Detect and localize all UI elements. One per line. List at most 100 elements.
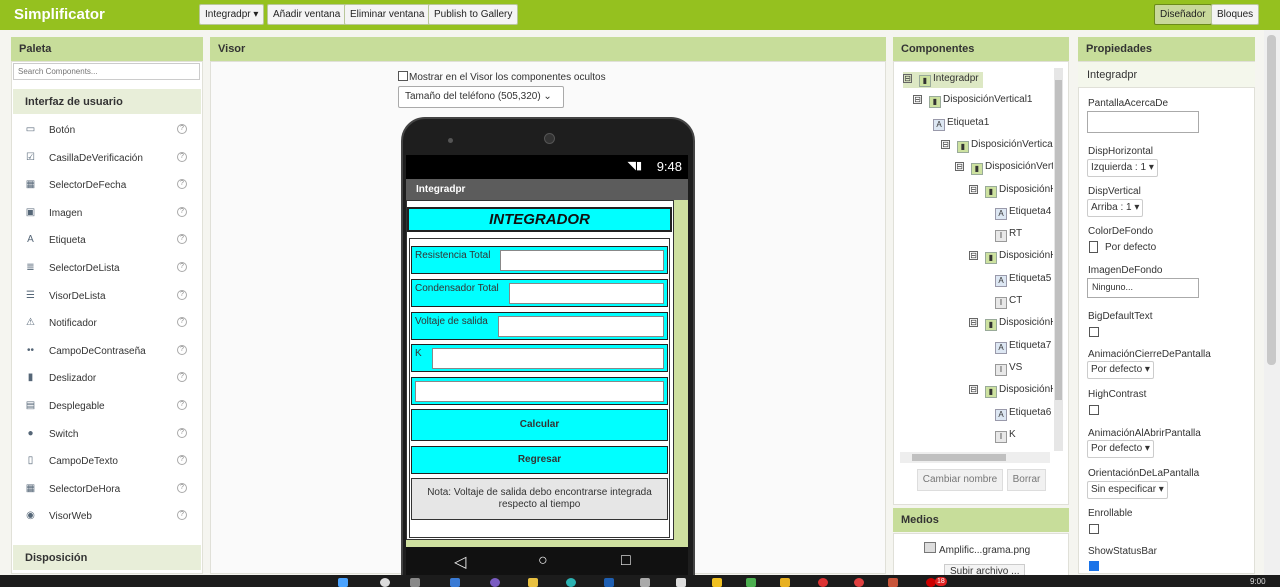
help-icon[interactable]: ? [177, 317, 187, 328]
background-color-value[interactable]: Por defecto [1105, 242, 1156, 253]
task-view-icon[interactable] [410, 578, 420, 587]
palette-item-time-picker[interactable]: ▦ SelectorDeHora? [13, 476, 201, 503]
collapse-toggle-icon[interactable]: ⊟ [941, 139, 950, 149]
collapse-toggle-icon[interactable]: ⊟ [969, 385, 978, 395]
palette-category-layout[interactable]: Disposición [13, 545, 201, 570]
tree-item[interactable]: A Etiqueta6 [995, 407, 1051, 421]
scrollable-checkbox[interactable] [1089, 524, 1099, 534]
screen-select-button[interactable]: Integradpr ▾ [199, 4, 265, 25]
show-hidden-checkbox[interactable] [398, 71, 408, 81]
app2-icon[interactable] [676, 578, 686, 587]
start-icon[interactable] [338, 578, 348, 587]
calculate-button[interactable]: Calcular [411, 409, 668, 441]
background-image-picker[interactable]: Ninguno... [1087, 278, 1199, 298]
help-icon[interactable]: ? [177, 206, 187, 217]
about-screen-textarea[interactable] [1087, 111, 1199, 133]
phone-size-select[interactable]: Tamaño del teléfono (505,320) ⌄ [398, 86, 564, 108]
palette-item-label[interactable]: A Etiqueta? [13, 227, 201, 254]
designer-button[interactable]: Diseñador [1154, 4, 1212, 25]
publish-gallery-button[interactable]: Publish to Gallery [428, 4, 519, 25]
collapse-toggle-icon[interactable]: ⊟ [903, 74, 912, 83]
tree-item[interactable]: ⊟ ▮ DisposiciónH [969, 250, 1053, 265]
settings-icon[interactable] [640, 578, 650, 587]
back-button[interactable]: Regresar [411, 446, 668, 474]
system-clock[interactable]: 9:00 [1250, 577, 1266, 586]
delete-button[interactable]: Borrar [1007, 469, 1046, 491]
capacitance-row[interactable]: Condensador Total [411, 279, 668, 307]
result-input[interactable] [415, 381, 664, 402]
tree-item[interactable]: I CT [995, 295, 1022, 309]
palette-item-text-box[interactable]: ▯ CampoDeTexto? [13, 448, 201, 475]
tree-horizontal-scroll-thumb[interactable] [912, 454, 1006, 461]
k-input[interactable] [432, 348, 664, 369]
tree-vertical-scroll-thumb[interactable] [1055, 80, 1062, 400]
orientation-select[interactable]: Sin especificar ▾ [1087, 481, 1168, 499]
tree-item[interactable]: A Etiqueta4 [995, 206, 1051, 220]
remove-screen-button[interactable]: Eliminar ventana [344, 4, 431, 25]
palette-item-spinner[interactable]: ▤ Desplegable? [13, 393, 201, 420]
align-horizontal-select[interactable]: Izquierda : 1 ▾ [1087, 159, 1158, 177]
k-label[interactable]: K [415, 348, 422, 359]
help-icon[interactable]: ? [177, 289, 187, 300]
search-icon[interactable] [380, 578, 390, 587]
tree-item[interactable]: A Etiqueta1 [933, 117, 989, 131]
tree-item[interactable]: I RT [995, 228, 1022, 243]
help-icon[interactable]: ? [177, 427, 187, 438]
palette-item-image[interactable]: ▣ Imagen? [13, 200, 201, 227]
palette-item-button[interactable]: ▭ Botón? [13, 117, 201, 144]
collapse-toggle-icon[interactable]: ⊟ [969, 318, 978, 328]
help-icon[interactable]: ? [177, 124, 187, 134]
mail-icon[interactable] [450, 578, 460, 587]
align-vertical-select[interactable]: Arriba : 1 ▾ [1087, 199, 1144, 217]
explorer-icon[interactable] [528, 578, 538, 587]
tree-item[interactable]: A Etiqueta5 [995, 273, 1051, 287]
help-icon[interactable]: ? [177, 151, 187, 162]
page-scroll-thumb[interactable] [1267, 35, 1276, 365]
app-title[interactable]: Simplificator [14, 6, 105, 23]
collapse-toggle-icon[interactable]: ⊟ [969, 251, 978, 261]
store-icon[interactable] [604, 578, 614, 587]
help-icon[interactable]: ? [177, 482, 187, 493]
voltage-row[interactable]: Voltaje de salida [411, 312, 668, 340]
app5-icon[interactable] [888, 578, 898, 587]
tree-item[interactable]: ⊟ ▮ DisposiciónVertical [941, 139, 1053, 153]
app4-icon[interactable] [818, 578, 828, 587]
close-animation-select[interactable]: Por defecto ▾ [1087, 361, 1154, 379]
palette-item-password-field[interactable]: •• CampoDeContraseña? [13, 338, 201, 365]
resistance-input[interactable] [500, 250, 664, 271]
tree-item[interactable]: ⊟ ▮ DisposiciónVerti [955, 161, 1053, 176]
big-default-text-checkbox[interactable] [1089, 327, 1099, 337]
collapse-toggle-icon[interactable]: ⊟ [969, 184, 978, 194]
tree-item[interactable]: ⊟ ▮ Integradpr [903, 72, 983, 88]
blocks-button[interactable]: Bloques [1211, 4, 1260, 25]
palette-item-list-view[interactable]: ☰ VisorDeLista? [13, 283, 201, 310]
color-swatch-icon[interactable] [1089, 241, 1098, 253]
collapse-toggle-icon[interactable]: ⊟ [913, 95, 922, 105]
help-icon[interactable]: ? [177, 455, 187, 466]
rename-button[interactable]: Cambiar nombre [917, 469, 1003, 491]
help-icon[interactable]: ? [177, 234, 187, 245]
palette-item-web-viewer[interactable]: ◉ VisorWeb? [13, 503, 201, 530]
app-icon[interactable] [490, 578, 500, 587]
palette-item-list-picker[interactable]: ≣ SelectorDeLista? [13, 255, 201, 282]
note-label[interactable]: Nota: Voltaje de salida debo encontrarse… [411, 478, 668, 520]
palette-item-notifier[interactable]: ⚠ Notificador? [13, 310, 201, 337]
open-animation-select[interactable]: Por defecto ▾ [1087, 440, 1154, 458]
high-contrast-checkbox[interactable] [1089, 405, 1099, 415]
capacitance-label[interactable]: Condensador Total [415, 283, 499, 294]
integrador-heading[interactable]: INTEGRADOR [407, 207, 672, 232]
palette-search-input[interactable] [13, 63, 200, 80]
tree-item[interactable]: ⊟ ▮ DisposiciónH [969, 317, 1053, 332]
tree-item[interactable]: A Etiqueta7 [995, 340, 1051, 354]
palette-item-date-picker[interactable]: ▦ SelectorDeFecha? [13, 172, 201, 199]
edge-icon[interactable] [566, 578, 576, 587]
app3-icon[interactable] [746, 578, 756, 587]
palette-item-slider[interactable]: ▮ Deslizador? [13, 365, 201, 392]
tree-item[interactable]: ⊟ ▮ DisposiciónVertical1 [913, 94, 1033, 109]
files-icon[interactable] [780, 578, 790, 587]
show-hidden-toggle[interactable]: Mostrar en el Visor los componentes ocul… [398, 71, 606, 83]
palette-category-ui[interactable]: Interfaz de usuario [13, 89, 201, 114]
tree-item[interactable]: IK [995, 429, 1016, 443]
tree-item[interactable]: ⊟ ▮ DisposiciónH [969, 184, 1053, 198]
palette-item-switch[interactable]: ● Switch? [13, 421, 201, 448]
